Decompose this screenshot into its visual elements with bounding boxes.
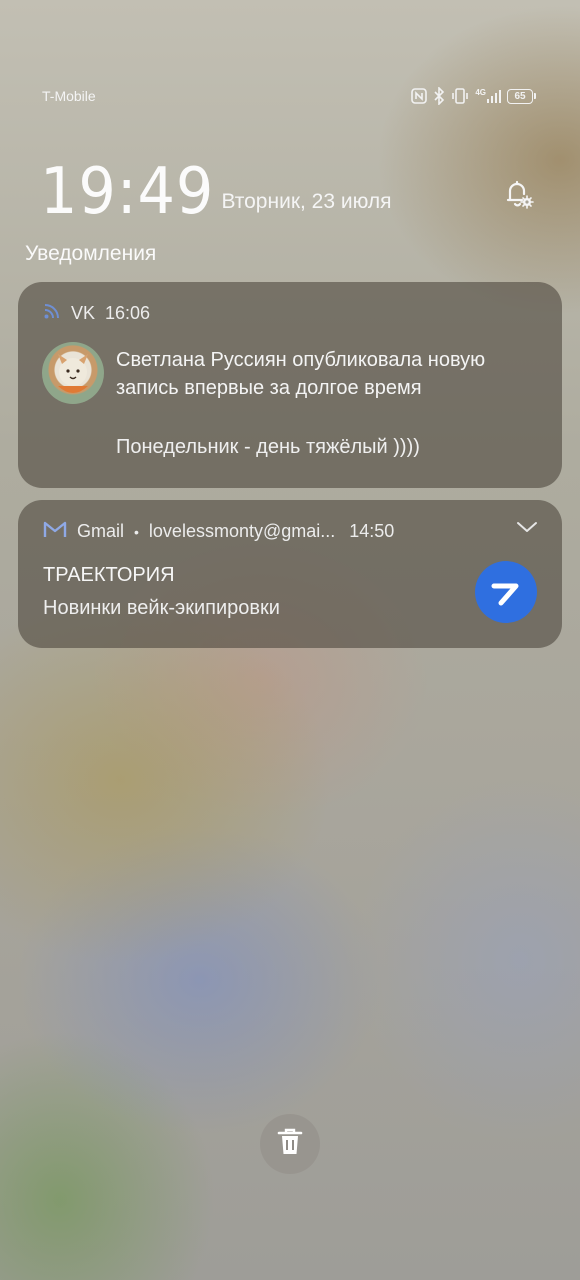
clear-notifications-button[interactable] bbox=[260, 1114, 320, 1174]
chevron-down-icon[interactable] bbox=[516, 520, 538, 539]
status-bar: T-Mobile 4G 65 bbox=[42, 84, 536, 108]
gmail-icon bbox=[43, 520, 67, 543]
notification-time: 16:06 bbox=[105, 303, 151, 323]
notification-header: VK 16:06 bbox=[43, 302, 537, 325]
bluetooth-icon bbox=[433, 87, 445, 105]
status-icons: 4G 65 bbox=[411, 87, 536, 105]
nfc-icon bbox=[411, 88, 428, 104]
notification-body: Новинки вейк-экипировки bbox=[43, 597, 280, 619]
notification-title: ТРАЕКТОРИЯ bbox=[43, 564, 175, 586]
notification-title: Светлана Руссиян опубликовала новую запи… bbox=[116, 349, 486, 399]
clock: 19:49 bbox=[40, 155, 215, 229]
carrier-label: T-Mobile bbox=[42, 88, 96, 104]
rss-icon bbox=[43, 302, 61, 325]
date-label: Вторник, 23 июля bbox=[221, 190, 392, 213]
vibrate-icon bbox=[451, 87, 469, 105]
notification-time: 14:50 bbox=[349, 521, 395, 541]
account-label: lovelessmonty@gmai... bbox=[148, 521, 336, 541]
avatar bbox=[42, 342, 104, 404]
sender-logo bbox=[475, 561, 537, 623]
trash-icon bbox=[276, 1127, 304, 1162]
notifications-title: Уведомления bbox=[25, 242, 157, 265]
signal-icon: 4G bbox=[475, 89, 501, 103]
bell-settings-icon[interactable] bbox=[500, 176, 536, 212]
battery-level: 65 bbox=[507, 88, 533, 104]
notification-card-vk[interactable]: VK 16:06 Светлана Руссиян опубликовала н… bbox=[18, 282, 562, 488]
clock-row: 19:49 Вторник, 23 июля bbox=[40, 148, 540, 228]
notification-body: Понедельник - день тяжёлый )))) bbox=[116, 436, 420, 458]
separator-dot: • bbox=[134, 523, 139, 540]
network-type-label: 4G bbox=[475, 88, 486, 97]
battery-icon: 65 bbox=[507, 88, 536, 104]
notification-header: Gmail • lovelessmonty@gmai... 14:50 bbox=[43, 520, 537, 543]
app-name: Gmail bbox=[77, 521, 125, 541]
app-name: VK bbox=[71, 303, 96, 323]
notification-card-gmail[interactable]: Gmail • lovelessmonty@gmai... 14:50 ТРАЕ… bbox=[18, 500, 562, 648]
